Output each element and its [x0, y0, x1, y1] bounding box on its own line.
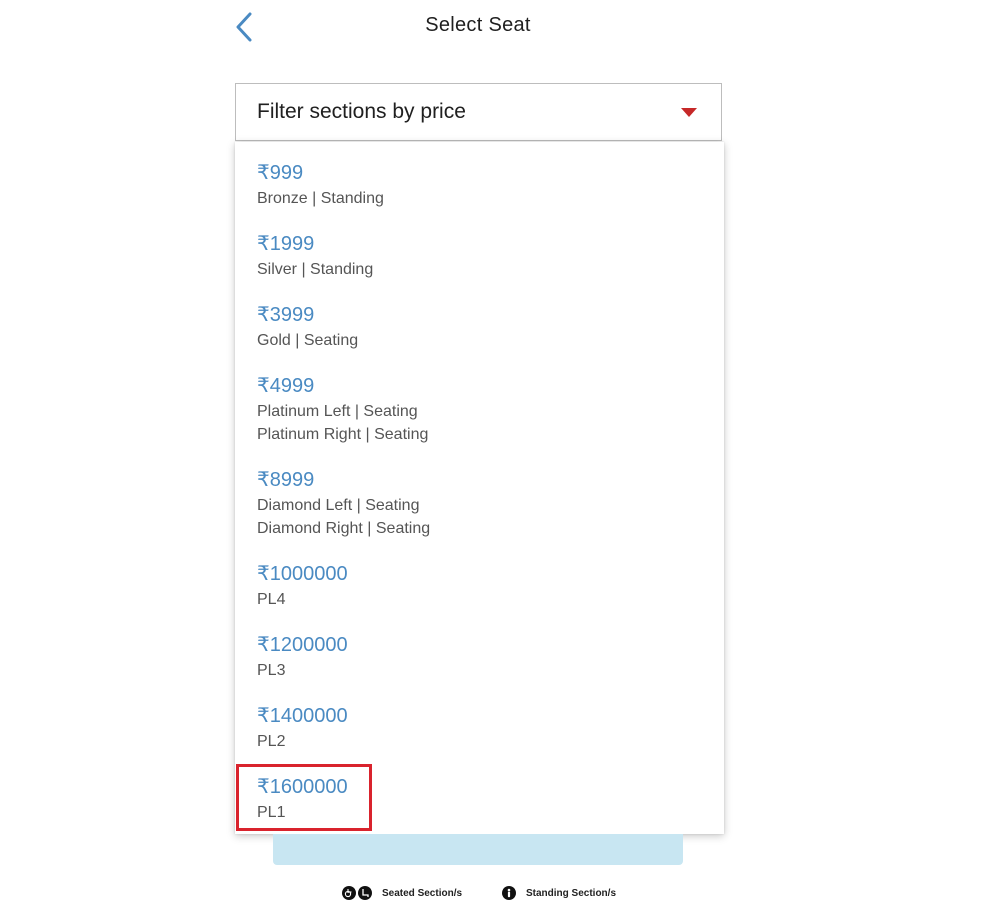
option-price: ₹1000000: [257, 563, 348, 585]
price-option-8999[interactable]: ₹8999 Diamond Left | Seating Diamond Rig…: [235, 469, 724, 540]
option-price: ₹1600000: [257, 776, 348, 798]
option-section: Bronze | Standing: [257, 190, 384, 207]
price-filter-dropdown[interactable]: Filter sections by price: [235, 83, 722, 141]
price-option-1600000[interactable]: ₹1600000 PL1: [235, 776, 724, 824]
option-section: PL4: [257, 591, 286, 608]
option-price: ₹1200000: [257, 634, 348, 656]
wheelchair-icon: [342, 886, 356, 900]
option-price: ₹3999: [257, 304, 315, 326]
price-option-999[interactable]: ₹999 Bronze | Standing: [235, 162, 724, 210]
option-section: Platinum Left | Seating: [257, 403, 418, 420]
option-section: PL2: [257, 733, 286, 750]
price-options-list: ₹999 Bronze | Standing ₹1999 Silver | St…: [235, 142, 724, 834]
option-section: Gold | Seating: [257, 332, 359, 349]
standing-person-icon: [502, 886, 516, 900]
option-section: PL1: [257, 804, 286, 821]
price-option-1400000[interactable]: ₹1400000 PL2: [235, 705, 724, 753]
caret-down-icon: [681, 108, 697, 117]
option-price: ₹1400000: [257, 705, 348, 727]
legend-seated-label: Seated Section/s: [382, 887, 463, 899]
page-title: Select Seat: [425, 14, 531, 36]
option-price: ₹1999: [257, 233, 315, 255]
option-section: Diamond Left | Seating: [257, 497, 420, 514]
legend-standing: Standing Section/s: [502, 886, 616, 900]
seat-icon: [358, 886, 372, 900]
price-option-3999[interactable]: ₹3999 Gold | Seating: [235, 304, 724, 352]
legend-standing-label: Standing Section/s: [526, 887, 617, 899]
option-section: Platinum Right | Seating: [257, 426, 429, 443]
option-section: Diamond Right | Seating: [257, 520, 431, 537]
price-filter-label: Filter sections by price: [257, 100, 466, 123]
price-option-1000000[interactable]: ₹1000000 PL4: [235, 563, 724, 611]
seat-map-strip: [273, 834, 683, 865]
option-section: PL3: [257, 662, 286, 679]
price-option-1999[interactable]: ₹1999 Silver | Standing: [235, 233, 724, 281]
price-option-4999[interactable]: ₹4999 Platinum Left | Seating Platinum R…: [235, 375, 724, 446]
price-option-1200000[interactable]: ₹1200000 PL3: [235, 634, 724, 682]
option-price: ₹999: [257, 162, 304, 184]
select-seat-screen: Select Seat Filter sections by price ₹99…: [0, 0, 996, 924]
option-price: ₹4999: [257, 375, 315, 397]
option-section: Silver | Standing: [257, 261, 374, 278]
option-price: ₹8999: [257, 469, 315, 491]
legend-seated: Seated Section/s: [342, 886, 462, 900]
